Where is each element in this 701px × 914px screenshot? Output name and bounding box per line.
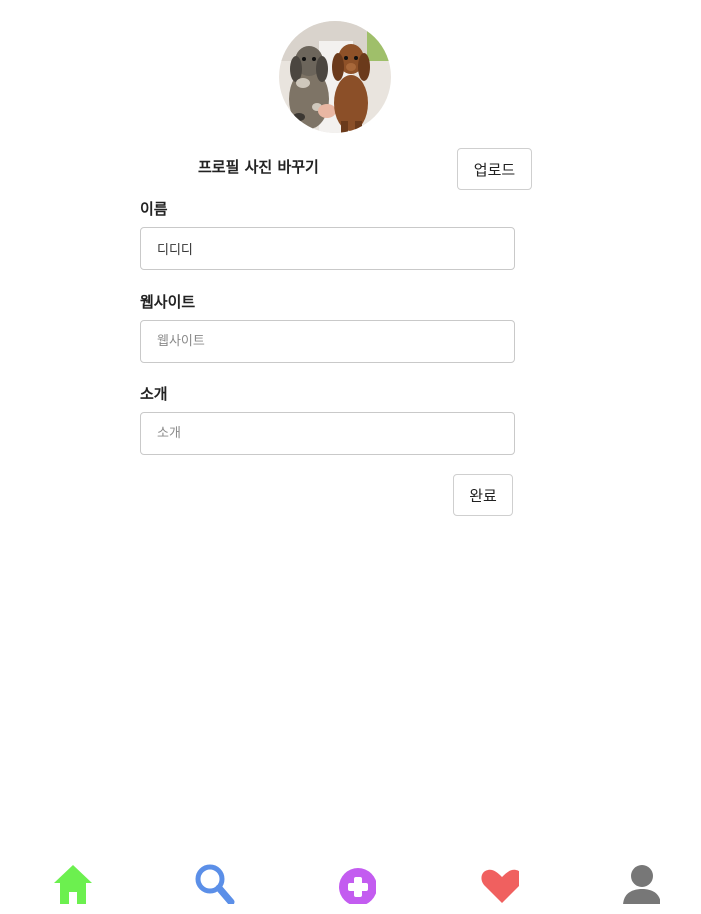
nav-likes[interactable] <box>474 862 523 910</box>
change-photo-label: 프로필 사진 바꾸기 <box>198 158 319 176</box>
done-button[interactable]: 완료 <box>453 474 513 516</box>
heart-icon <box>477 862 523 908</box>
bottom-nav <box>0 860 701 914</box>
upload-button[interactable]: 업로드 <box>457 148 532 190</box>
home-icon <box>52 862 94 908</box>
user-icon <box>618 862 661 908</box>
profile-avatar <box>279 21 391 133</box>
bio-input[interactable] <box>140 412 515 455</box>
search-icon <box>193 862 235 908</box>
nav-profile[interactable] <box>615 862 663 910</box>
nav-home[interactable] <box>49 862 97 910</box>
website-label: 웹사이트 <box>140 293 196 311</box>
bio-label: 소개 <box>140 385 168 403</box>
nav-add[interactable] <box>331 862 379 910</box>
nav-search[interactable] <box>190 862 238 910</box>
name-input[interactable] <box>140 227 515 270</box>
website-input[interactable] <box>140 320 515 363</box>
name-label: 이름 <box>140 200 168 218</box>
plus-circle-icon <box>334 862 377 908</box>
